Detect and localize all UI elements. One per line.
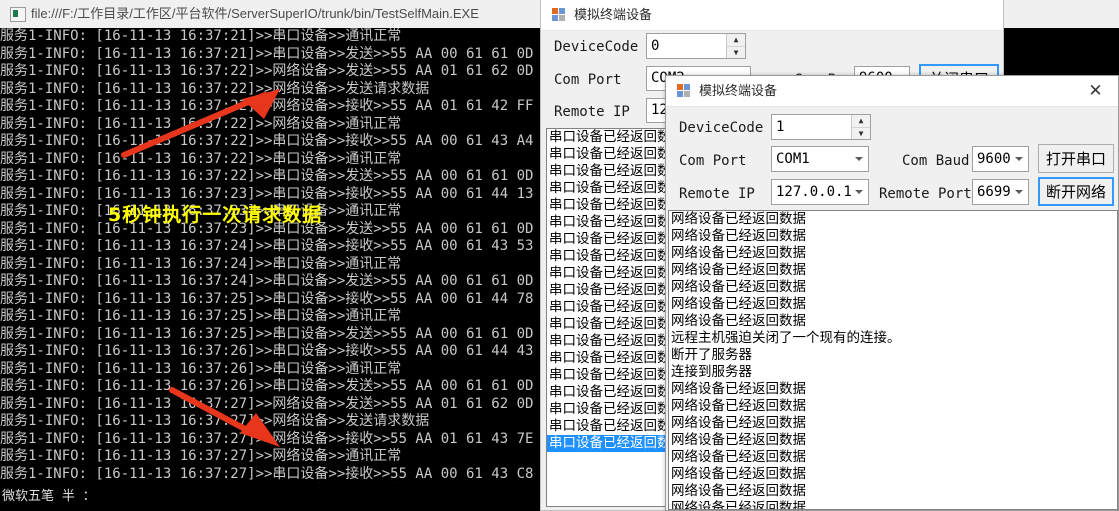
stepper-up-icon[interactable]: ▲ — [727, 34, 745, 46]
front-com-baud-value: 9600 — [977, 151, 1011, 167]
back-com-port-label: Com Port — [554, 72, 622, 88]
chevron-down-icon[interactable] — [855, 157, 863, 161]
list-item[interactable]: 网络设备已经返回数据 — [669, 211, 1117, 228]
front-remote-port-value: 6699 — [977, 184, 1011, 200]
console-app-icon — [10, 7, 26, 22]
app-form-icon — [552, 8, 566, 22]
front-disconnect-net-button[interactable]: 断开网络 — [1038, 177, 1114, 206]
app-form-icon — [677, 84, 691, 98]
list-item[interactable]: 网络设备已经返回数据 — [669, 245, 1117, 262]
back-device-code-stepper[interactable]: ▲ ▼ — [726, 34, 745, 58]
list-item[interactable]: 远程主机强迫关闭了一个现有的连接。 — [669, 330, 1117, 347]
list-item[interactable]: 网络设备已经返回数据 — [669, 398, 1117, 415]
front-terminal-dialog: 模拟终端设备 ✕ DeviceCode 1 ▲ ▼ Com Port COM1 … — [665, 75, 1119, 511]
chevron-down-icon[interactable] — [1015, 190, 1023, 194]
console-title: file:///F:/工作目录/工作区/平台软件/ServerSuperIO/t… — [31, 6, 479, 21]
front-device-code-input[interactable]: 1 ▲ ▼ — [771, 114, 871, 140]
front-remote-port-combo[interactable]: 6699 — [972, 179, 1029, 205]
list-item[interactable]: 网络设备已经返回数据 — [669, 228, 1117, 245]
stepper-down-icon[interactable]: ▼ — [727, 46, 745, 59]
list-item[interactable]: 网络设备已经返回数据 — [669, 432, 1117, 449]
stepper-up-icon[interactable]: ▲ — [852, 115, 870, 127]
front-com-baud-label: Com Baud — [902, 153, 970, 169]
front-device-code-label: DeviceCode — [679, 120, 764, 136]
chevron-down-icon[interactable] — [1015, 157, 1023, 161]
list-item[interactable]: 网络设备已经返回数据 — [669, 500, 1117, 509]
list-item[interactable]: 网络设备已经返回数据 — [669, 262, 1117, 279]
list-item[interactable]: 网络设备已经返回数据 — [669, 381, 1117, 398]
front-com-baud-combo[interactable]: 9600 — [972, 146, 1029, 172]
list-item[interactable]: 网络设备已经返回数据 — [669, 449, 1117, 466]
annotation-note-5sec: 5秒钟执行一次请求数据 — [108, 204, 323, 226]
front-dialog-title: 模拟终端设备 — [699, 84, 778, 99]
front-device-code-value: 1 — [776, 119, 785, 135]
front-com-port-combo[interactable]: COM1 — [771, 146, 869, 172]
stepper-down-icon[interactable]: ▼ — [852, 127, 870, 140]
list-item[interactable]: 网络设备已经返回数据 — [669, 415, 1117, 432]
back-dialog-title: 模拟终端设备 — [574, 8, 653, 23]
list-item[interactable]: 网络设备已经返回数据 — [669, 466, 1117, 483]
back-dialog-titlebar[interactable]: 模拟终端设备 — [541, 0, 1003, 31]
front-remote-ip-label: Remote IP — [679, 186, 755, 202]
back-device-code-label: DeviceCode — [554, 39, 639, 55]
front-remote-ip-value: 127.0.0.1 — [776, 184, 852, 200]
list-item[interactable]: 断开了服务器 — [669, 347, 1117, 364]
chevron-down-icon[interactable] — [855, 190, 863, 194]
back-device-code-input[interactable]: 0 ▲ ▼ — [646, 33, 746, 59]
front-device-code-stepper[interactable]: ▲ ▼ — [851, 115, 870, 139]
list-item[interactable]: 网络设备已经返回数据 — [669, 313, 1117, 330]
back-device-code-value: 0 — [651, 38, 660, 54]
front-dialog-log-list[interactable]: 网络设备已经返回数据 网络设备已经返回数据 网络设备已经返回数据 网络设备已经返回数据… — [668, 210, 1118, 510]
list-item[interactable]: 网络设备已经返回数据 — [669, 279, 1117, 296]
front-dialog-titlebar[interactable]: 模拟终端设备 ✕ — [666, 76, 1118, 107]
back-remote-ip-label: Remote IP — [554, 104, 630, 120]
list-item[interactable]: 连接到服务器 — [669, 364, 1117, 381]
front-remote-ip-combo[interactable]: 127.0.0.1 — [771, 179, 869, 205]
front-remote-port-label: Remote Port — [879, 186, 972, 202]
close-icon[interactable]: ✕ — [1073, 76, 1118, 106]
list-item[interactable]: 网络设备已经返回数据 — [669, 483, 1117, 500]
front-com-port-value: COM1 — [776, 151, 810, 167]
front-com-port-label: Com Port — [679, 153, 747, 169]
front-open-com-button[interactable]: 打开串口 — [1038, 144, 1114, 173]
list-item[interactable]: 网络设备已经返回数据 — [669, 296, 1117, 313]
